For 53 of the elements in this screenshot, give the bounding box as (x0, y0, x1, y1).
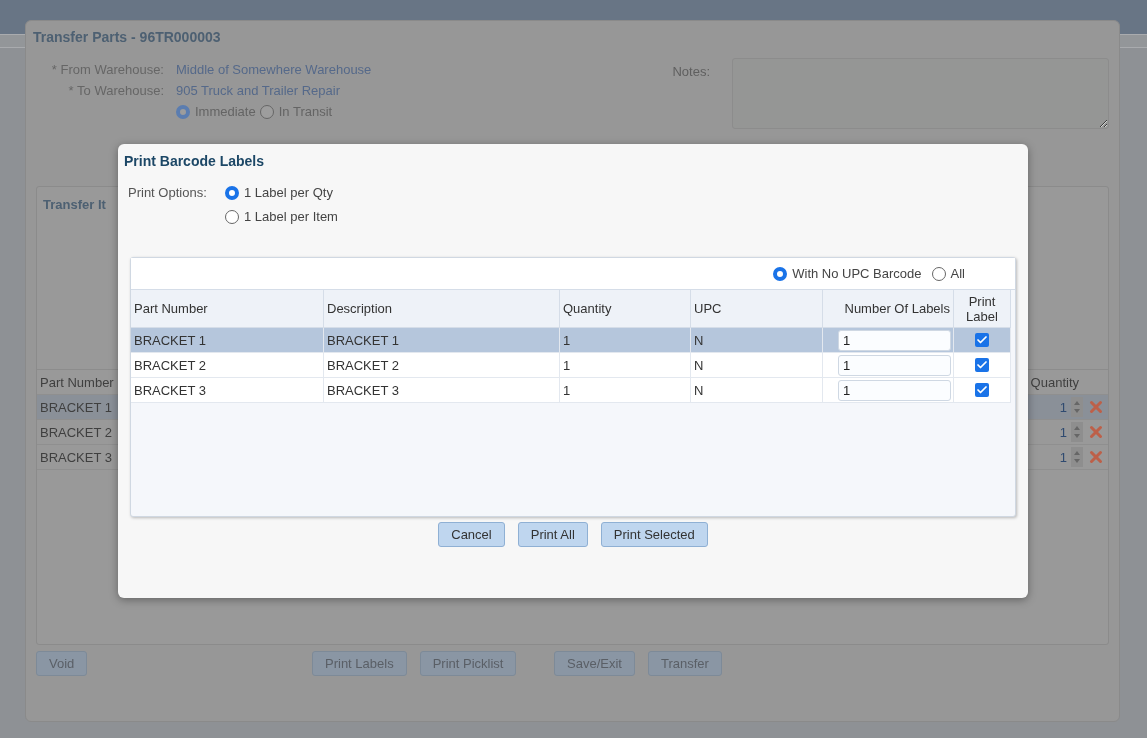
column-header: Print Label (954, 290, 1011, 328)
table-cell: BRACKET 3 (131, 378, 324, 403)
spinner-icon[interactable] (1071, 447, 1083, 467)
labels-input[interactable]: 1 (838, 354, 951, 376)
table-cell: BRACKET 2 (40, 424, 112, 440)
table-cell: 1 (560, 328, 691, 353)
column-header: Quantity (1030, 374, 1079, 390)
radio-option[interactable]: 1 Label per Item (225, 209, 338, 224)
radio-option[interactable]: With No UPC Barcode (773, 266, 922, 281)
dialog-button[interactable]: Cancel (438, 522, 505, 547)
notes-field[interactable] (731, 58, 1109, 129)
labels-input[interactable]: 1 (838, 329, 951, 351)
dialog-title: Transfer Parts - 96TR000003 (33, 29, 222, 45)
table-cell: BRACKET 3 (40, 449, 112, 465)
column-header: Number Of Labels (823, 290, 954, 328)
delete-icon[interactable] (1087, 398, 1105, 416)
column-header: Part Number (40, 374, 114, 390)
quantity-value: 1 (1059, 424, 1067, 440)
delete-icon[interactable] (1087, 423, 1105, 441)
table-cell: BRACKET 3 (324, 378, 560, 403)
table-cell: BRACKET 2 (131, 353, 324, 378)
table-cell: N (691, 353, 823, 378)
spinner-icon[interactable] (1071, 422, 1083, 442)
field-value: 905 Truck and Trailer Repair (176, 83, 342, 98)
dialog-button[interactable]: Print All (517, 522, 588, 547)
quantity-value: 1 (1059, 399, 1067, 415)
dialog-title: Print Barcode Labels (124, 153, 266, 169)
quantity-value: 1 (1059, 449, 1067, 465)
column-header: UPC (691, 290, 823, 328)
table-cell: BRACKET 1 (131, 328, 324, 353)
print-checkbox[interactable] (975, 383, 989, 397)
table-cell: BRACKET 1 (324, 328, 560, 353)
spinner-icon[interactable] (1071, 397, 1083, 417)
table-cell: N (691, 328, 823, 353)
column-header: Description (324, 290, 560, 328)
table-cell: 1 (560, 378, 691, 403)
radio-option[interactable]: 1 Label per Qty (225, 185, 338, 200)
options-label: Print Options: (128, 185, 208, 202)
table-cell: BRACKET 2 (324, 353, 560, 378)
table-cell: N (691, 378, 823, 403)
radio-option[interactable]: All (931, 266, 965, 281)
column-header: Part Number (131, 290, 324, 328)
table-cell: 1 (560, 353, 691, 378)
print-checkbox[interactable] (975, 358, 989, 372)
labels-input[interactable]: 1 (838, 379, 951, 401)
panel-title: Transfer It (43, 197, 107, 212)
field-value: Middle of Somewhere Warehouse (176, 62, 373, 77)
dialog-button[interactable]: Print Selected (600, 522, 708, 547)
table-cell: BRACKET 1 (40, 399, 112, 415)
notes-label: Notes: (672, 64, 711, 81)
print-checkbox[interactable] (975, 333, 989, 347)
column-header: Quantity (560, 290, 691, 328)
delete-icon[interactable] (1087, 448, 1105, 466)
